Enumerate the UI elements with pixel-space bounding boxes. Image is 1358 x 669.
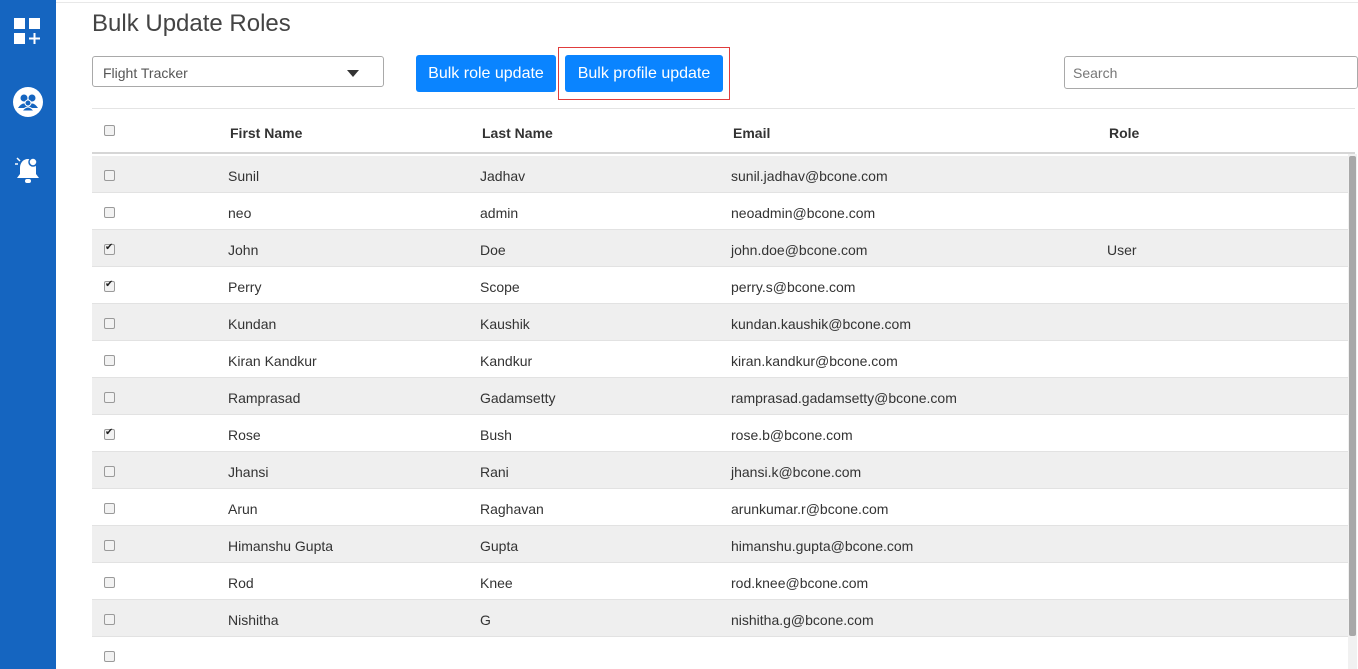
scrollbar-thumb[interactable] [1349, 156, 1356, 636]
last-name-cell: Bush [480, 427, 512, 443]
row-checkbox[interactable] [104, 242, 115, 255]
first-name-cell: Arun [228, 501, 258, 517]
table-row[interactable]: Nishitha Gnishitha.g@bcone.com [92, 600, 1355, 637]
last-name-cell: Gupta [480, 538, 519, 554]
first-name-cell: Ramprasad [228, 390, 301, 406]
first-name-cell: Perry [228, 279, 262, 295]
table-body: Sunil Jadhav sunil.jadhav@bcone.com neo admi… [92, 156, 1355, 669]
sidebar [0, 0, 56, 669]
row-checkbox[interactable] [104, 651, 115, 662]
first-name-cell: Sunil [228, 168, 260, 184]
first-name-cell: John [228, 242, 259, 258]
email-cell: john.doe@bcone.com [731, 242, 868, 258]
column-header-role[interactable]: Role [1109, 125, 1139, 141]
users-group-icon [13, 87, 43, 117]
table-row[interactable]: Perry Scope perry.s@bcone.com [92, 267, 1355, 304]
row-checkbox[interactable] [104, 427, 115, 440]
row-checkbox[interactable] [104, 540, 115, 551]
last-name-cell: Gadamsetty [480, 390, 556, 406]
last-name-cell: Kaushik [480, 316, 530, 332]
email-cell: nishitha.g@bcone.com [731, 612, 874, 628]
last-name-cell: Doe [480, 242, 506, 258]
users-table: First Name Last Name Email Role Sunil Jad… [92, 108, 1355, 669]
first-name-cell: neo [228, 205, 252, 221]
sidebar-item-notifications[interactable] [0, 150, 56, 190]
email-cell: rose.b@bcone.com [731, 427, 853, 443]
last-name-cell: Raghavan [480, 501, 544, 517]
first-name-cell: Rod [228, 575, 254, 591]
last-name-cell: admin [480, 205, 519, 221]
table-row[interactable]: Jhansi Rani jhansi.k@bcone.com [92, 452, 1355, 489]
first-name-cell: Kiran Kandkur [228, 353, 317, 369]
email-cell: sunil.jadhav@bcone.com [731, 168, 888, 184]
row-checkbox[interactable] [104, 577, 115, 588]
row-checkbox[interactable] [104, 207, 115, 218]
row-checkbox[interactable] [104, 392, 115, 403]
table-row[interactable]: Arun Raghavan arunkumar.r@bcone.com [92, 489, 1355, 526]
email-cell: arunkumar.r@bcone.com [731, 501, 889, 517]
row-checkbox[interactable] [104, 614, 115, 625]
bulk-role-update-button[interactable]: Bulk role update [416, 55, 556, 92]
page-title: Bulk Update Roles [92, 10, 291, 37]
email-cell: rod.knee@bcone.com [731, 575, 869, 591]
first-name-cell: Himanshu Gupta [228, 538, 334, 554]
first-name-cell: Rose [228, 427, 261, 443]
application-select-value: Flight Tracker [103, 65, 188, 81]
last-name-cell: Kandkur [480, 353, 533, 369]
row-checkbox[interactable] [104, 318, 115, 329]
table-row[interactable] [92, 637, 1355, 669]
notification-bell-icon [15, 157, 39, 183]
column-header-first-name[interactable]: First Name [230, 125, 302, 141]
last-name-cell: G [480, 612, 491, 628]
row-checkbox[interactable] [104, 170, 115, 181]
application-select[interactable]: Flight Tracker [92, 56, 384, 87]
column-header-last-name[interactable]: Last Name [482, 125, 553, 141]
table-row[interactable]: John Doe john.doe@bcone.com User [92, 230, 1355, 267]
first-name-cell: Jhansi [228, 464, 269, 480]
table-row[interactable]: Ramprasad Gadamsetty ramprasad.gadamsetty@… [92, 378, 1355, 415]
first-name-cell: Kundan [228, 316, 277, 332]
main-content: Bulk Update Roles Flight Tracker Bulk ro… [56, 0, 1358, 669]
email-cell: perry.s@bcone.com [731, 279, 856, 295]
last-name-cell: Rani [480, 464, 509, 480]
sidebar-item-dashboard[interactable] [0, 12, 56, 52]
table-row[interactable]: Rod Knee rod.knee@bcone.com [92, 563, 1355, 600]
table-row[interactable]: Himanshu Gupta Gupta himanshu.gupta@bcone.… [92, 526, 1355, 563]
email-cell: neoadmin@bcone.com [731, 205, 876, 221]
search-input[interactable] [1064, 56, 1358, 89]
row-checkbox[interactable] [104, 355, 115, 366]
select-all-checkbox[interactable] [104, 125, 115, 136]
email-cell: jhansi.k@bcone.com [731, 464, 862, 480]
chevron-down-icon [347, 70, 359, 77]
first-name-cell: Nishitha [228, 612, 279, 628]
dashboard-add-icon [14, 18, 40, 44]
table-row[interactable]: Kundan Kaushik kundan.kaushik@bcone.com [92, 304, 1355, 341]
row-checkbox[interactable] [104, 503, 115, 514]
table-row[interactable]: Kiran Kandkur Kandkur kiran.kandkur@bcone.… [92, 341, 1355, 378]
email-cell: himanshu.gupta@bcone.com [731, 538, 914, 554]
last-name-cell: Scope [480, 279, 520, 295]
table-row[interactable]: Sunil Jadhav sunil.jadhav@bcone.com [92, 156, 1355, 193]
sidebar-item-users[interactable] [0, 82, 56, 122]
role-cell: User [1107, 242, 1137, 258]
email-cell: kundan.kaushik@bcone.com [731, 316, 911, 332]
last-name-cell: Jadhav [480, 168, 526, 184]
table-row[interactable]: neo admin neoadmin@bcone.com [92, 193, 1355, 230]
table-header: First Name Last Name Email Role [92, 108, 1355, 154]
row-checkbox[interactable] [104, 279, 115, 292]
table-row[interactable]: Rose Bush rose.b@bcone.com [92, 415, 1355, 452]
email-cell: kiran.kandkur@bcone.com [731, 353, 898, 369]
bulk-profile-update-button[interactable]: Bulk profile update [565, 55, 723, 92]
last-name-cell: Knee [480, 575, 513, 591]
email-cell: ramprasad.gadamsetty@bcone.com [731, 390, 957, 406]
row-checkbox[interactable] [104, 466, 115, 477]
column-header-email[interactable]: Email [733, 125, 770, 141]
